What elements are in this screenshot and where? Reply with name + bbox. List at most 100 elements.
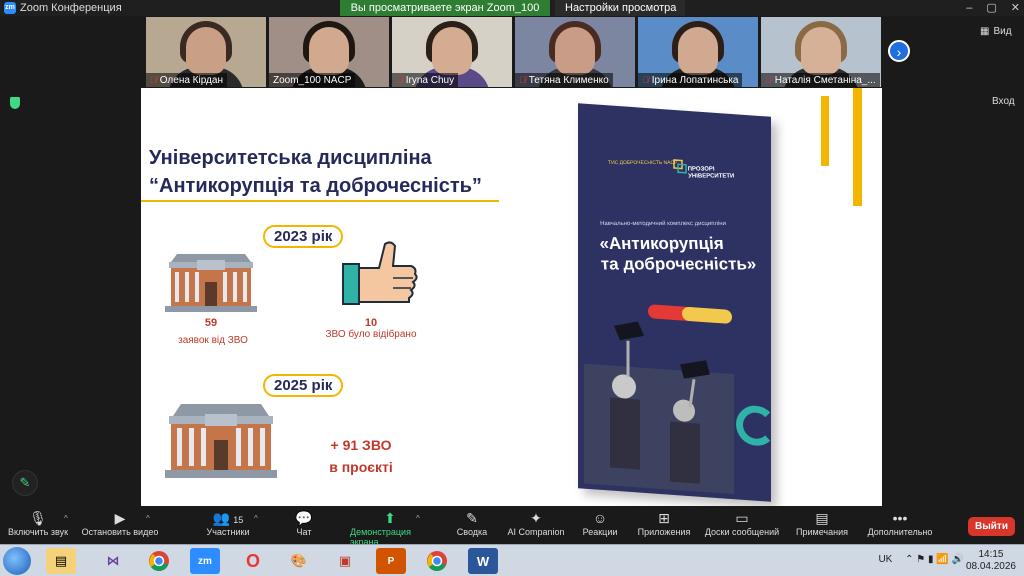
- apps-button[interactable]: ⊞ Приложения: [624, 509, 704, 537]
- stat-91-text: + 91 ЗВО в проєкті: [321, 434, 401, 478]
- stat-59-label: заявок від ЗВО: [178, 335, 248, 346]
- powerpoint-icon[interactable]: P: [376, 548, 406, 574]
- language-indicator[interactable]: UK: [878, 554, 892, 565]
- visual-studio-icon[interactable]: ⋈: [98, 548, 128, 574]
- participant-name-text: Iryna Chuy: [405, 74, 455, 86]
- view-settings-button[interactable]: Настройки просмотра ⌄: [555, 0, 685, 30]
- participant-name-text: Zoom_100 NACP: [273, 74, 352, 86]
- chrome-icon[interactable]: [144, 548, 174, 574]
- participant-name: Zoom_100 NACP: [269, 73, 356, 87]
- chrome-icon-2[interactable]: [422, 548, 452, 574]
- toolbar-label: AI Companion: [507, 527, 565, 537]
- book-logo-right: ПРОЗОРІ УНІВЕРСИТЕТИ: [688, 167, 735, 181]
- participant-count-badge: 15: [233, 515, 244, 525]
- app-title: zm Zoom Конференция: [4, 2, 122, 14]
- windows-taskbar: ▤ ⋈ zm O 🎨 ▣ P W UK ⌃ ⚑ ▮ 📶 🔊 14:15 08.0…: [0, 544, 1024, 576]
- tray-icons[interactable]: ⌃ ⚑ ▮ 📶 🔊: [905, 554, 964, 565]
- file-explorer-icon[interactable]: ▤: [46, 548, 76, 574]
- mic-muted-icon: 🎙̸: [642, 75, 649, 85]
- caret-up-icon[interactable]: ^: [146, 514, 150, 523]
- annotate-pencil-button[interactable]: ✎: [12, 470, 38, 496]
- minimize-icon[interactable]: –: [966, 0, 972, 16]
- notes-icon: ▤: [815, 510, 829, 526]
- university-building-icon-large: [165, 404, 277, 478]
- share-banner: Вы просматриваете экран Zoom_100 NACP: [340, 0, 550, 30]
- stat-91-line2: в проєкті: [329, 459, 393, 475]
- book-title-line1: «Антикорупція: [598, 234, 725, 254]
- mic-muted-icon: 🎙̸: [150, 75, 157, 85]
- toolbar-label: Участники: [206, 527, 250, 537]
- zoom-taskbar-icon[interactable]: zm: [190, 548, 220, 574]
- participant-tile[interactable]: 🎙̸ Олена Кірдан: [146, 17, 266, 87]
- video-icon: ▶: [114, 510, 126, 526]
- book-title-line2: та доброчесність»: [600, 254, 757, 274]
- participant-tile[interactable]: Zoom_100 NACP: [269, 17, 389, 87]
- mic-muted-icon: 🎙̸: [765, 75, 772, 85]
- mic-muted-icon: 🎙̸: [519, 75, 526, 85]
- view-button[interactable]: ▦ Вид: [980, 26, 1012, 37]
- notes-button[interactable]: ▤ Примечания: [782, 509, 862, 537]
- clock-date: 08.04.2026: [965, 561, 1016, 572]
- slide-title-line1: Університетська дисципліна: [149, 147, 432, 169]
- toolbar-label: Примечания: [796, 527, 848, 537]
- participant-name-text: Ірина Лопатинська: [651, 74, 739, 86]
- caret-up-icon[interactable]: ^: [254, 514, 258, 523]
- book-logo-right-2: УНІВЕРСИТЕТИ: [688, 173, 735, 180]
- toolbar-label: Реакции: [582, 527, 618, 537]
- stat-10-label: ЗВО було відібрано: [325, 329, 417, 340]
- participant-name: 🎙̸ Ірина Лопатинська: [638, 73, 743, 87]
- ai-companion-icon: ✦: [530, 510, 542, 526]
- word-icon[interactable]: W: [468, 548, 498, 574]
- stat-59-value: 59: [204, 317, 218, 329]
- thumbs-up-icon: [342, 241, 418, 305]
- slide-title-line2: “Антикорупція та доброчесність”: [149, 175, 482, 197]
- paint-icon[interactable]: 🎨: [284, 548, 314, 574]
- window-controls: – ▢ ✕: [966, 0, 1020, 16]
- participant-tile[interactable]: 🎙̸ Ірина Лопатинська: [638, 17, 758, 87]
- chat-button[interactable]: 💬 Чат: [264, 509, 344, 537]
- slide-title: Університетська дисципліна “Антикорупція…: [149, 144, 482, 200]
- book-subtitle: Навчально-методичний комплекс дисципліни: [599, 221, 727, 228]
- share-screen-icon: ⬆: [384, 510, 396, 526]
- security-shield-icon[interactable]: [10, 97, 20, 109]
- toolbar-label: Дополнительно: [867, 527, 933, 537]
- stat-91-line1: + 91 ЗВО: [330, 437, 392, 453]
- participant-name-text: Тетяна Клименко: [528, 74, 609, 86]
- participant-name: 🎙̸ Наталія Сметаніна_...: [761, 73, 880, 87]
- university-building-icon: [165, 254, 257, 312]
- decor-yellow-bar-1: [821, 96, 829, 166]
- participant-tile[interactable]: 🎙̸ Наталія Сметаніна_...: [761, 17, 881, 87]
- media-app-icon[interactable]: ▣: [330, 548, 360, 574]
- mic-off-icon: 🎙: [29, 510, 47, 526]
- participant-face: [432, 27, 472, 75]
- more-icon: •••: [892, 510, 908, 526]
- close-icon[interactable]: ✕: [1011, 0, 1020, 16]
- toolbar-label: Остановить видео: [81, 527, 159, 537]
- toolbar-label: Сводка: [456, 527, 488, 537]
- participant-name: 🎙̸ Iryna Chuy: [392, 73, 459, 87]
- caret-up-icon[interactable]: ^: [64, 514, 68, 523]
- grid-icon: ▦: [980, 26, 990, 37]
- title-underline: [141, 200, 499, 202]
- toolbar-label: Доски сообщений: [704, 527, 780, 537]
- decor-yellow-bar-2: [853, 88, 862, 206]
- clock-time: 14:15: [978, 549, 1004, 560]
- apps-icon: ⊞: [658, 510, 670, 526]
- participant-tile[interactable]: 🎙̸ Iryna Chuy: [392, 17, 512, 87]
- exit-fullscreen-button[interactable]: Вход: [992, 96, 1015, 107]
- toolbar-label: Включить звук: [7, 527, 69, 537]
- participant-face: [309, 27, 349, 75]
- caret-up-icon[interactable]: ^: [416, 514, 420, 523]
- leave-button[interactable]: Выйти: [968, 517, 1015, 536]
- participant-tile[interactable]: 🎙̸ Тетяна Клименко: [515, 17, 635, 87]
- more-button[interactable]: ••• Дополнительно: [860, 509, 940, 537]
- restore-icon[interactable]: ▢: [986, 0, 996, 16]
- book-title: «Антикорупція та доброчесність»: [599, 234, 757, 274]
- whiteboard-button[interactable]: ▭ Доски сообщений: [702, 509, 782, 537]
- start-button-icon[interactable]: [3, 547, 31, 575]
- next-page-button[interactable]: ›: [888, 40, 910, 62]
- book-logo-right-1: ПРОЗОРІ: [687, 166, 715, 173]
- participant-strip: 🎙̸ Олена Кірдан Zoom_100 NACP 🎙̸ Iryna Chuy 🎙…: [146, 17, 884, 87]
- taskbar-clock[interactable]: 14:15 08.04.2026: [966, 549, 1016, 573]
- opera-icon[interactable]: O: [238, 548, 268, 574]
